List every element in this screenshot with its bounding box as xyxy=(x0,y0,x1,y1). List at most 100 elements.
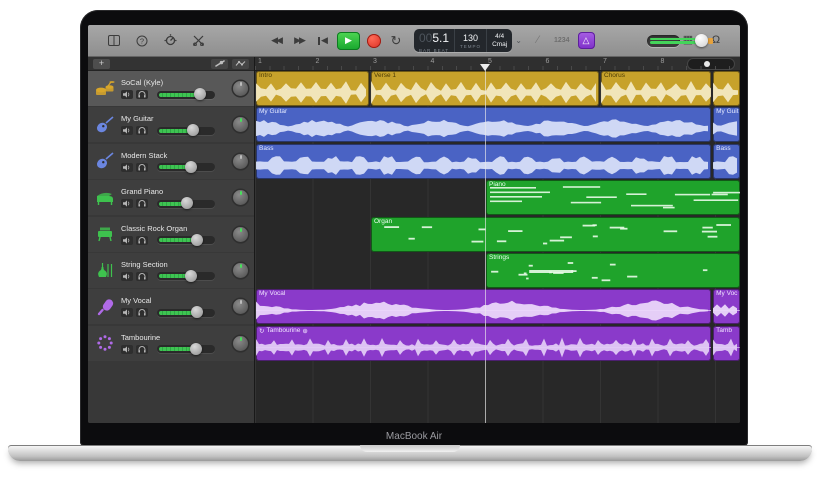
mute-button[interactable] xyxy=(121,90,133,99)
track-volume-knob[interactable] xyxy=(185,161,197,173)
master-volume-knob[interactable] xyxy=(695,34,708,47)
region-bass[interactable]: Bass xyxy=(256,144,711,179)
region-chorus[interactable]: Chorus xyxy=(601,71,711,106)
master-volume-slider[interactable] xyxy=(647,35,680,47)
track-volume-knob[interactable] xyxy=(194,88,206,100)
region-my-guitar[interactable]: My Guitar xyxy=(256,107,711,142)
track-header-modern-stack[interactable]: Modern Stack xyxy=(88,144,254,179)
region-label: Intro xyxy=(259,72,272,79)
rewind-button[interactable]: ◀◀ xyxy=(268,33,284,49)
pan-knob[interactable] xyxy=(233,154,248,169)
pan-knob[interactable] xyxy=(233,336,248,351)
region-tambourine[interactable]: ↻Tambourine⊕ xyxy=(256,326,711,361)
drumkit-icon xyxy=(94,77,116,101)
solo-button[interactable] xyxy=(136,199,148,208)
mute-button[interactable] xyxy=(121,199,133,208)
region-my-vocal[interactable]: My Vocal xyxy=(256,289,711,324)
cycle-button[interactable]: ↻ xyxy=(388,33,404,49)
track-volume-slider[interactable] xyxy=(157,163,215,171)
pan-knob[interactable] xyxy=(233,227,248,242)
zoom-slider-knob[interactable] xyxy=(704,61,710,67)
track-volume-slider[interactable] xyxy=(157,200,215,208)
track-volume-slider[interactable] xyxy=(157,127,215,135)
solo-button[interactable] xyxy=(136,345,148,354)
add-track-button[interactable]: + xyxy=(93,59,110,69)
pan-knob[interactable] xyxy=(233,81,248,96)
track-volume-knob[interactable] xyxy=(181,197,193,209)
count-in-button[interactable]: 1234 xyxy=(554,37,570,44)
fast-forward-button[interactable]: ▶▶ xyxy=(291,33,307,49)
smart-controls-mini-icon[interactable] xyxy=(211,59,228,69)
region-bass[interactable]: Bass xyxy=(713,144,740,179)
track-header-my-vocal[interactable]: My Vocal xyxy=(88,289,254,324)
track-volume-slider[interactable] xyxy=(157,309,215,317)
master-volume-meter xyxy=(650,41,698,44)
mute-button[interactable] xyxy=(121,272,133,281)
solo-button[interactable] xyxy=(136,308,148,317)
laptop-lid: ? ◀◀ ▶▶ ◀ ▶ ↻ xyxy=(80,10,748,446)
lcd-chevron-down-icon[interactable]: ⌄ xyxy=(515,36,522,45)
track-volume-slider[interactable] xyxy=(157,345,215,353)
region-my-voc[interactable]: My Voc xyxy=(713,289,740,324)
track-header-tambourine[interactable]: Tambourine xyxy=(88,326,254,361)
region-organ[interactable]: Organ xyxy=(371,217,740,252)
follow-tempo-icon: Tambourine xyxy=(266,327,300,334)
region-untitled[interactable] xyxy=(713,71,740,106)
track-header-grand-piano[interactable]: Grand Piano xyxy=(88,180,254,215)
playhead-marker-icon[interactable] xyxy=(480,64,490,71)
track-volume-slider[interactable] xyxy=(157,91,215,99)
pan-knob[interactable] xyxy=(233,299,248,314)
track-volume-knob[interactable] xyxy=(185,270,197,282)
metronome-button[interactable]: △ xyxy=(578,32,595,49)
solo-button[interactable] xyxy=(136,126,148,135)
region-tamb[interactable]: Tamb xyxy=(713,326,740,361)
track-volume-knob[interactable] xyxy=(191,306,203,318)
record-button[interactable] xyxy=(367,34,381,48)
lcd-beat-label: BEAT xyxy=(434,48,449,53)
mute-button[interactable] xyxy=(121,163,133,172)
pan-knob[interactable] xyxy=(233,117,248,132)
tuner-icon[interactable]: ⁄ xyxy=(530,33,546,49)
track-volume-knob[interactable] xyxy=(190,343,202,355)
lcd-position-leading-zeros: 00 xyxy=(419,31,432,45)
play-button[interactable]: ▶ xyxy=(337,32,360,50)
lcd-key-signature[interactable]: 4/4Cmaj xyxy=(486,29,512,52)
pan-knob[interactable] xyxy=(233,263,248,278)
mute-button[interactable] xyxy=(121,308,133,317)
ruler[interactable]: 12345678 xyxy=(255,57,740,71)
pan-knob[interactable] xyxy=(233,190,248,205)
region-piano[interactable]: Piano xyxy=(486,180,740,215)
solo-button[interactable] xyxy=(136,163,148,172)
track-volume-slider[interactable] xyxy=(157,272,215,280)
track-volume-knob[interactable] xyxy=(191,234,203,246)
strings-icon xyxy=(94,258,116,282)
smart-controls-icon[interactable] xyxy=(162,33,178,49)
editors-icon[interactable] xyxy=(190,33,206,49)
region-my-guit[interactable]: My Guit xyxy=(713,107,740,142)
mute-button[interactable] xyxy=(121,126,133,135)
solo-button[interactable] xyxy=(136,90,148,99)
solo-button[interactable] xyxy=(136,236,148,245)
quick-help-icon[interactable]: ? xyxy=(134,33,150,49)
go-to-beginning-button[interactable]: ◀ xyxy=(314,33,330,49)
lcd-position[interactable]: 005.1 BAR BEAT xyxy=(414,29,454,52)
track-header-string-section[interactable]: String Section xyxy=(88,253,254,288)
track-name: Modern Stack xyxy=(121,151,226,160)
library-icon[interactable] xyxy=(106,33,122,49)
solo-button[interactable] xyxy=(136,272,148,281)
automation-icon[interactable] xyxy=(232,59,249,69)
track-volume-knob[interactable] xyxy=(187,124,199,136)
track-header-classic-rock-organ[interactable]: Classic Rock Organ xyxy=(88,217,254,252)
track-header-socal-kyle[interactable]: SoCal (Kyle) xyxy=(88,71,254,106)
track-header-my-guitar[interactable]: My Guitar xyxy=(88,107,254,142)
zoom-slider[interactable] xyxy=(688,59,734,69)
lcd-tempo[interactable]: 130 TEMPO xyxy=(454,29,486,52)
playhead[interactable] xyxy=(485,64,486,423)
mute-button[interactable] xyxy=(121,236,133,245)
mute-button[interactable] xyxy=(121,345,133,354)
device-label: MacBook Air xyxy=(80,431,748,442)
region-intro[interactable]: Intro xyxy=(256,71,369,106)
track-volume-slider[interactable] xyxy=(157,236,215,244)
lcd-display[interactable]: 005.1 BAR BEAT 130 TEMPO 4/4Cmaj xyxy=(414,29,512,52)
region-strings[interactable]: Strings xyxy=(486,253,740,288)
